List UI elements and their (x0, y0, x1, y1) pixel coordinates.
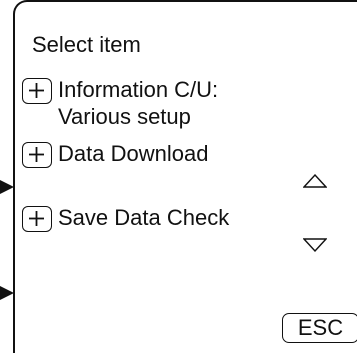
esc-button[interactable]: ESC (282, 313, 357, 343)
menu-item-label: Data Download (58, 141, 209, 166)
menu-item-label-line2: Various setup (58, 104, 191, 129)
page-title: Select item (32, 32, 141, 57)
plus-icon (22, 142, 52, 168)
triangle-down-icon[interactable] (303, 238, 327, 252)
plus-icon (22, 78, 52, 104)
side-pointer-icon (0, 286, 14, 300)
menu-item-label: Save Data Check (58, 205, 230, 230)
display-panel: Select item Information C/U: Various set… (13, 0, 357, 353)
triangle-up-icon[interactable] (303, 174, 327, 188)
menu-item-data-download[interactable]: Data Download (22, 141, 322, 170)
menu-item-information-cu[interactable]: Information C/U: Various setup (22, 77, 322, 132)
side-pointer-icon (0, 180, 14, 194)
plus-icon (22, 206, 52, 232)
menu-item-label: Information C/U: (58, 77, 219, 102)
menu-item-save-data-check[interactable]: Save Data Check (22, 205, 322, 234)
